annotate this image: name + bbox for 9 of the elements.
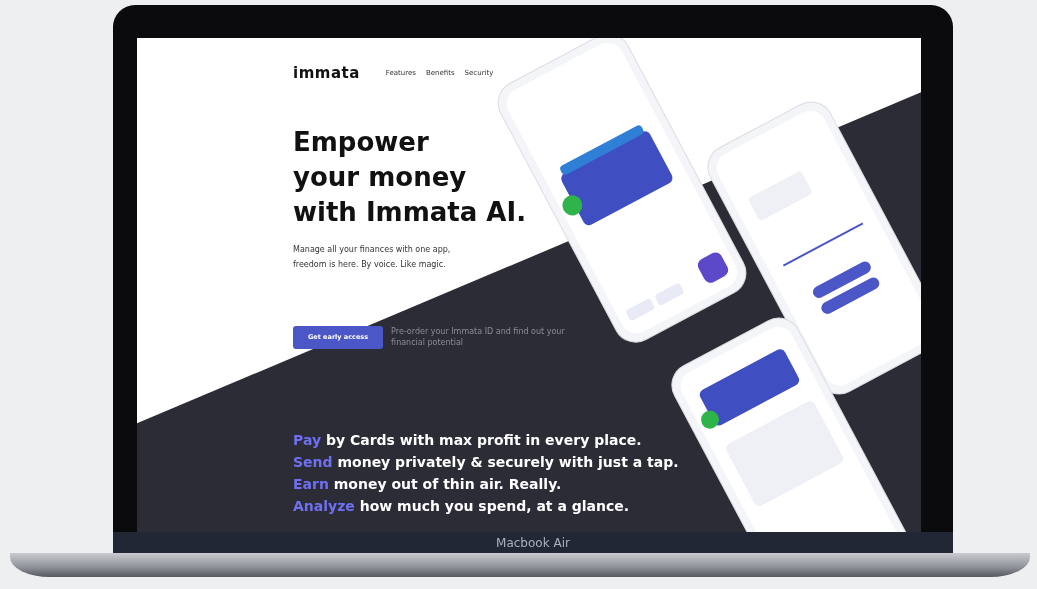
logo-wordmark[interactable]: immata: [293, 62, 360, 85]
feature-line: Analyze how much you spend, at a glance.: [293, 497, 631, 517]
feature-line: Send money privately & securely with just a tap.: [293, 453, 680, 473]
hero-subtitle: Manage all your finances with one app, freedom is here. By voice. Like magic.: [293, 243, 452, 271]
feature-line: Earn money out of thin air. Really.: [293, 475, 563, 495]
feature-line: Pay by Cards with max profit in every place.: [293, 431, 643, 451]
hero-heading: Empower your money with Immata AI.: [293, 125, 528, 229]
device-label: Macbook Air: [113, 532, 953, 554]
cta-note: Pre-order your Immata ID and find out your financial potential: [391, 326, 565, 349]
